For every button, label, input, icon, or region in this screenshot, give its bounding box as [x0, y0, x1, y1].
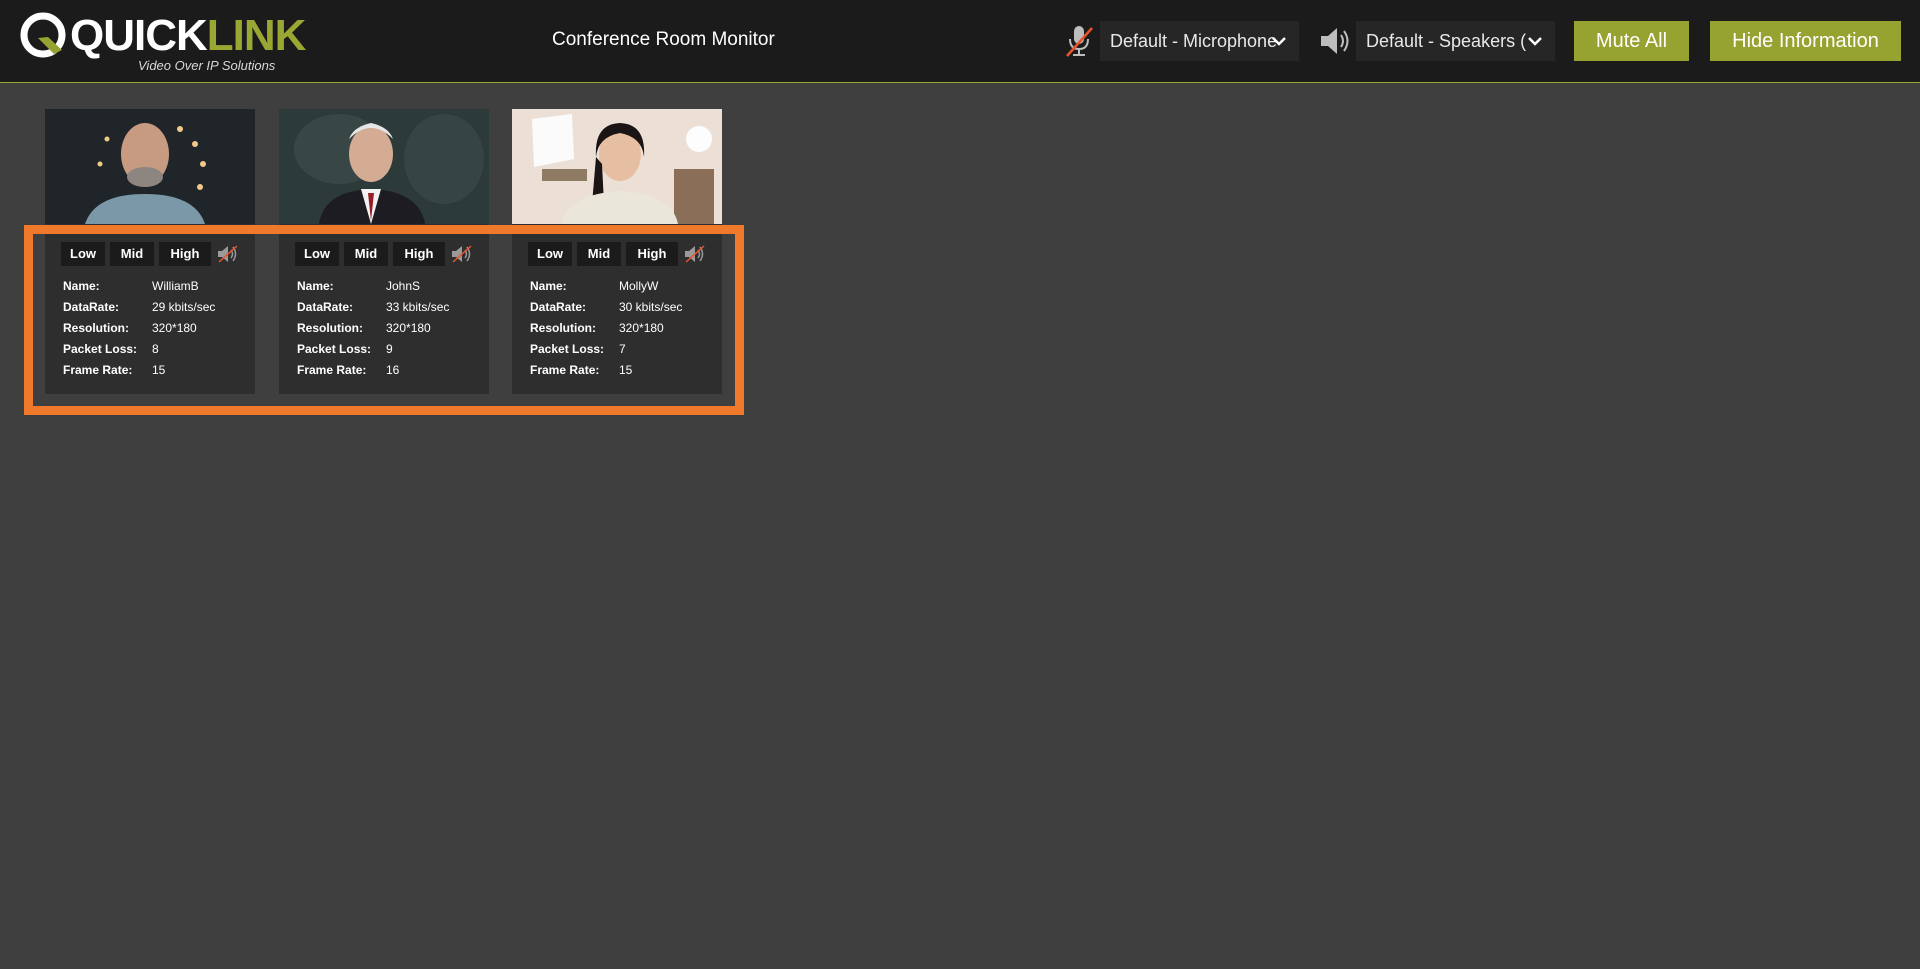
chevron-down-icon — [1528, 37, 1542, 46]
chevron-down-icon — [1272, 37, 1286, 46]
quicklink-logo: QUICKLINK Video Over IP Solutions — [18, 8, 306, 74]
page-title: Conference Room Monitor — [552, 29, 775, 50]
participant-video-image — [279, 109, 489, 224]
video-feed[interactable] — [279, 109, 489, 224]
video-feed[interactable] — [45, 109, 255, 224]
logo-wordmark: QUICKLINK — [70, 11, 306, 60]
mute-all-button[interactable]: Mute All — [1574, 21, 1689, 61]
microphone-select[interactable]: Default - Microphone — [1100, 21, 1299, 61]
hide-information-button[interactable]: Hide Information — [1710, 21, 1901, 61]
microphone-select-value: Default - Microphone — [1110, 31, 1278, 51]
top-bar: QUICKLINK Video Over IP Solutions Confer… — [0, 0, 1920, 83]
microphone-muted-icon[interactable] — [1064, 24, 1094, 58]
participant-video-image — [512, 109, 722, 224]
speaker-select[interactable]: Default - Speakers ( — [1356, 21, 1555, 61]
logo-q-icon — [20, 12, 66, 58]
video-feed[interactable] — [512, 109, 722, 224]
highlight-box — [24, 225, 744, 415]
speaker-select-value: Default - Speakers ( — [1366, 31, 1527, 51]
logo-tagline: Video Over IP Solutions — [138, 58, 276, 73]
speaker-icon[interactable] — [1318, 24, 1352, 58]
participant-video-image — [45, 109, 255, 224]
